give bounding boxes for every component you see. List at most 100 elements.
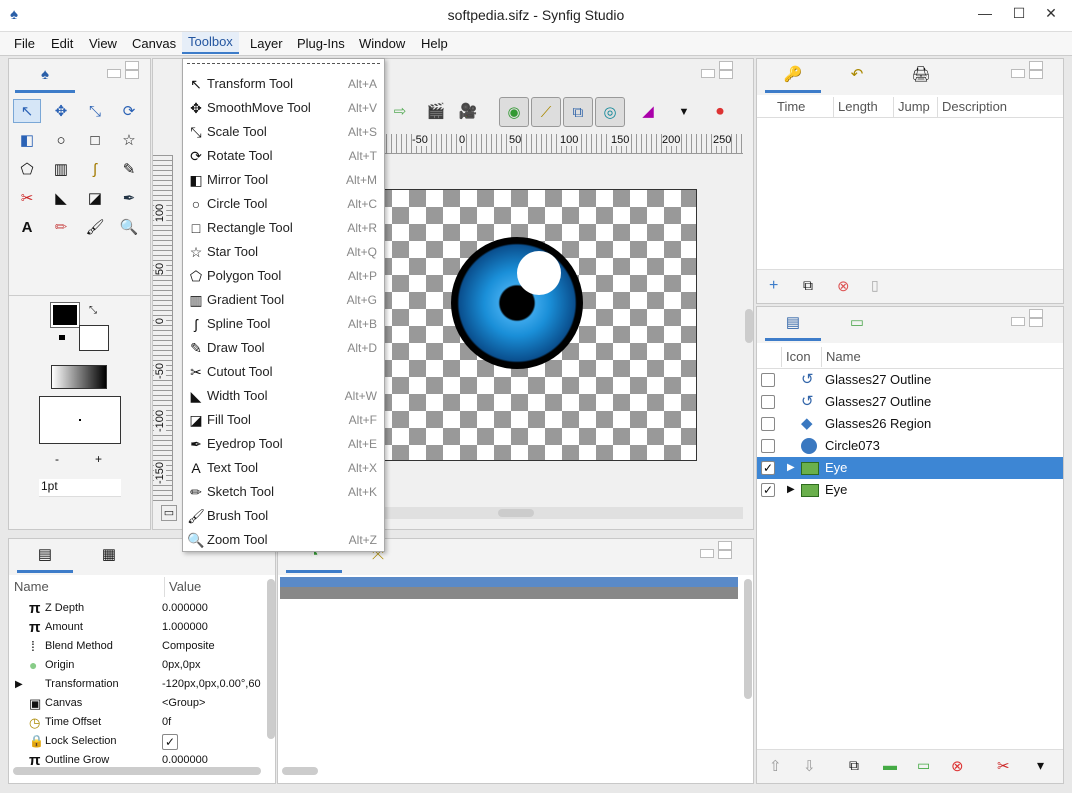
cutout-tool-icon[interactable]: ✂ [13,186,41,210]
transform-tool-icon[interactable]: ↖ [13,99,41,123]
layer-visibility-checkbox[interactable] [761,417,775,431]
menu-item-transform-tool[interactable]: ↖ Transform Tool Alt+A [183,72,384,96]
sketch-tool-icon[interactable]: ✏ [47,215,75,239]
param-row[interactable]: ◷ Time Offset 0f [9,713,267,732]
menu-item-rectangle-tool[interactable]: □ Rectangle Tool Alt+R [183,216,384,240]
record-icon[interactable]: ⏺ [705,97,735,127]
dropdown-arrow-icon[interactable]: ▼ [669,97,699,127]
menu-item-sketch-tool[interactable]: ✏ Sketch Tool Alt+K [183,480,384,504]
reset-colors-icon[interactable] [59,335,65,340]
tab-keyframes[interactable]: 🔑 [765,59,821,93]
keyframe-properties-icon[interactable]: ▯ [871,277,879,294]
draw-tool-icon[interactable]: ✎ [115,157,143,181]
increase-width-button[interactable]: + [95,452,102,466]
gradient-tool-icon[interactable]: ▥ [47,157,75,181]
expander-icon[interactable]: ▶ [15,675,23,694]
params-vscroll[interactable] [267,579,275,739]
rectangle-tool-icon[interactable]: □ [81,128,109,152]
camera-icon[interactable]: 🎥 [453,97,483,127]
layers-dock-buttons[interactable] [1011,309,1045,327]
minimize-button[interactable]: — [970,0,1000,26]
menu-item-rotate-tool[interactable]: ⟳ Rotate Tool Alt+T [183,144,384,168]
layer-row[interactable]: ↺ Glasses27 Outline [757,369,1063,391]
menu-item-fill-tool[interactable]: ◪ Fill Tool Alt+F [183,408,384,432]
tearoff-line[interactable] [187,63,380,64]
duplicate-keyframe-icon[interactable]: ⧉ [803,277,813,294]
menu-item-zoom-tool[interactable]: 🔍 Zoom Tool Alt+Z [183,528,384,552]
group-layer-icon[interactable]: ▬ [883,757,897,773]
timetrack-vscroll[interactable] [744,579,752,699]
menu-plugins[interactable]: Plug-Ins [297,36,345,51]
lock-selection-checkbox[interactable]: ✓ [162,734,178,750]
tab-history[interactable]: ↶ [829,59,885,93]
layer-visibility-checkbox[interactable] [761,373,775,387]
layer-visibility-checkbox[interactable] [761,395,775,409]
zoom-tool-icon[interactable]: 🔍 [115,215,143,239]
tab-sets[interactable]: ▭ [829,307,885,341]
onion-skin-icon[interactable]: ◢ [633,97,663,127]
remove-keyframe-icon[interactable]: ⊗ [837,277,850,295]
mirror-tool-icon[interactable]: ◧ [13,128,41,152]
layer-visibility-checkbox[interactable]: ✓ [761,461,775,475]
toggle-bones-icon[interactable]: ⧉ [563,97,593,127]
layer-row[interactable]: ↺ Glasses27 Outline [757,391,1063,413]
param-row[interactable]: ▶ Transformation -120px,0px,0.00°,60 [9,675,267,694]
cut-layer-icon[interactable]: ✂ [997,757,1010,775]
menu-item-cutout-tool[interactable]: ✂ Cutout Tool [183,360,384,384]
fill-color-swatch[interactable] [79,325,109,351]
circle-tool-icon[interactable]: ○ [47,128,75,152]
text-tool-icon[interactable]: A [13,215,41,239]
brush-tool-icon[interactable]: 🖌 [81,215,109,239]
clapper-icon[interactable]: 🎬 [421,97,451,127]
menu-item-circle-tool[interactable]: ○ Circle Tool Alt+C [183,192,384,216]
params-hscroll[interactable] [13,767,261,775]
menu-item-gradient-tool[interactable]: ▥ Gradient Tool Alt+G [183,288,384,312]
param-row[interactable]: 🔒 Lock Selection ✓ [9,732,267,751]
canvas-vscroll[interactable] [745,309,753,343]
tab-layers[interactable]: ▤ [765,307,821,341]
layer-visibility-checkbox[interactable]: ✓ [761,483,775,497]
gradient-swatch[interactable] [51,365,107,389]
raise-layer-icon[interactable]: ⇧ [769,757,782,775]
width-field[interactable]: 1pt [39,479,121,497]
menu-help[interactable]: Help [421,36,448,51]
close-button[interactable]: ✕ [1036,0,1066,26]
width-tool-icon[interactable]: ◣ [47,186,75,210]
lower-layer-icon[interactable]: ⇩ [803,757,816,775]
swap-colors-icon[interactable]: ⤡ [89,305,97,316]
scale-tool-icon[interactable]: ⤡ [81,99,109,123]
menu-item-polygon-tool[interactable]: ⬠ Polygon Tool Alt+P [183,264,384,288]
menu-item-scale-tool[interactable]: ⤡ Scale Tool Alt+S [183,120,384,144]
delete-layer-icon[interactable]: ⊗ [951,757,964,775]
polygon-tool-icon[interactable]: ⬠ [13,157,41,181]
menu-item-text-tool[interactable]: A Text Tool Alt+X [183,456,384,480]
more-options-icon[interactable]: ▾ [1037,757,1044,774]
zoom-fit-icon[interactable]: ▭ [161,505,177,521]
param-row[interactable]: π Amount 1.000000 [9,618,267,637]
layer-row-selected[interactable]: ✓ ▶ Eye [757,457,1063,479]
menu-item-eyedrop-tool[interactable]: ✒ Eyedrop Tool Alt+E [183,432,384,456]
add-keyframe-icon[interactable]: + [769,277,778,295]
menu-item-brush-tool[interactable]: 🖌 Brush Tool [183,504,384,528]
param-row[interactable]: ⁞ Blend Method Composite [9,637,267,656]
tab-navigator[interactable]: 🖨 [893,59,949,93]
canvas-hscroll[interactable] [498,509,534,517]
expander-icon[interactable]: ▶ [787,479,795,501]
dock-buttons[interactable] [107,61,141,79]
toggle-ducks-icon[interactable]: ⟋ [531,97,561,127]
timetrack-hscroll[interactable] [282,767,318,775]
duplicate-layer-icon[interactable]: ⧉ [849,757,859,774]
eyedrop-tool-icon[interactable]: ✒ [115,186,143,210]
param-row[interactable]: ● Origin 0px,0px [9,656,267,675]
menu-item-draw-tool[interactable]: ✎ Draw Tool Alt+D [183,336,384,360]
timetrack-dock-buttons[interactable] [700,541,734,559]
toggle-onion-icon[interactable]: ◉ [499,97,529,127]
menu-layer[interactable]: Layer [250,36,283,51]
menu-toolbox[interactable]: Toolbox [182,32,239,54]
tab-params[interactable]: ▤ [17,539,73,573]
layer-row[interactable]: Circle073 [757,435,1063,457]
encapsulate-layer-icon[interactable]: ▭ [917,757,930,774]
toggle-width-icon[interactable]: ◎ [595,97,625,127]
layer-row[interactable]: ✓ ▶ Eye [757,479,1063,501]
rotate-tool-icon[interactable]: ⟳ [115,99,143,123]
